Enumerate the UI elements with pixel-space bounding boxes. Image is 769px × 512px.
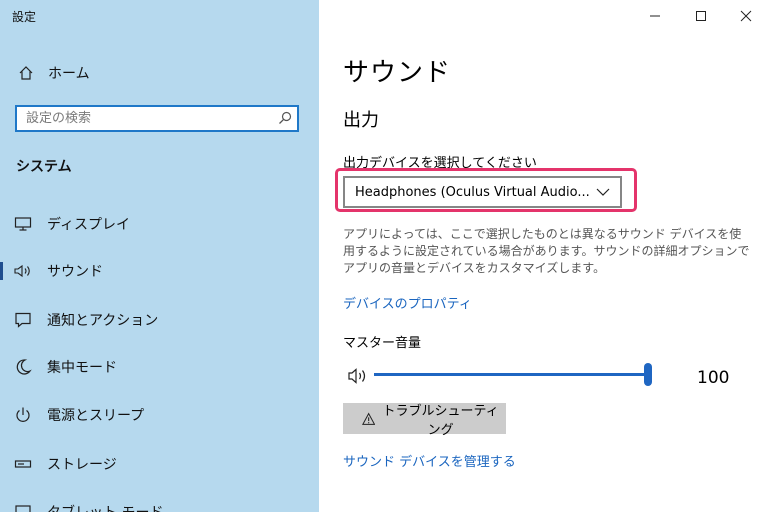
page-title: サウンド (343, 58, 452, 88)
sidebar-item-home[interactable]: ホーム (16, 62, 90, 84)
volume-icon[interactable] (347, 366, 369, 386)
device-properties-link[interactable]: デバイスのプロパティ (343, 293, 472, 312)
warning-icon (362, 412, 376, 425)
troubleshoot-label: トラブルシューティング (382, 402, 499, 437)
main-content: サウンド 出力 出力デバイスを選択してください Headphones (Ocul… (319, 0, 769, 512)
speaker-icon (12, 260, 34, 282)
minimize-icon (650, 15, 660, 17)
output-device-dropdown[interactable]: Headphones (Oculus Virtual Audio... (343, 176, 622, 208)
minimize-button[interactable] (632, 0, 678, 32)
sidebar-item-storage[interactable]: ストレージ (0, 446, 319, 482)
moon-icon (12, 356, 34, 378)
search-input[interactable] (17, 107, 276, 130)
storage-icon (12, 453, 34, 475)
manage-sound-devices-link[interactable]: サウンド デバイスを管理する (343, 451, 516, 470)
chevron-down-icon (596, 188, 610, 196)
troubleshoot-button[interactable]: トラブルシューティング (343, 403, 506, 437)
master-volume-value: 100 (697, 368, 730, 388)
sidebar-item-label: タブレット モード (47, 502, 163, 512)
power-icon (12, 404, 34, 426)
sidebar-item-notifications[interactable]: 通知とアクション (0, 302, 319, 338)
output-description: アプリによっては、ここで選択したものとは異なるサウンド デバイスを使用するように… (343, 227, 750, 275)
close-icon (740, 10, 752, 22)
master-volume-slider-thumb[interactable] (644, 363, 652, 386)
monitor-icon (12, 213, 34, 235)
sidebar-item-tablet[interactable]: タブレット モード (0, 494, 319, 512)
home-icon (16, 63, 36, 83)
search-icon[interactable] (277, 110, 293, 126)
output-device-value: Headphones (Oculus Virtual Audio... (355, 184, 590, 200)
close-button[interactable] (723, 0, 769, 32)
sidebar-item-sound[interactable]: サウンド (0, 253, 319, 289)
sidebar-item-label: サウンド (47, 264, 103, 280)
maximize-icon (696, 11, 706, 21)
sidebar-item-display[interactable]: ディスプレイ (0, 206, 319, 242)
sidebar-item-label: 通知とアクション (47, 313, 159, 329)
sidebar: 設定 ホーム システム ディスプレイ サウンド 通知とアクション (0, 0, 319, 512)
sidebar-item-label: 電源とスリープ (47, 408, 145, 424)
master-volume-label: マスター音量 (343, 336, 422, 351)
maximize-button[interactable] (678, 0, 724, 32)
window-title: 設定 (12, 10, 37, 24)
sidebar-section-title: システム (16, 159, 72, 175)
sidebar-item-home-label: ホーム (48, 66, 90, 82)
sidebar-item-focus[interactable]: 集中モード (0, 349, 319, 385)
search-box[interactable] (15, 105, 299, 132)
output-heading: 出力 (343, 110, 379, 131)
sidebar-item-label: ストレージ (47, 457, 117, 473)
tablet-icon (12, 501, 34, 512)
notification-icon (12, 309, 34, 331)
master-volume-slider-track[interactable] (374, 373, 650, 376)
sidebar-item-label: ディスプレイ (47, 217, 131, 233)
sidebar-item-label: 集中モード (47, 360, 117, 376)
sidebar-item-power[interactable]: 電源とスリープ (0, 397, 319, 433)
